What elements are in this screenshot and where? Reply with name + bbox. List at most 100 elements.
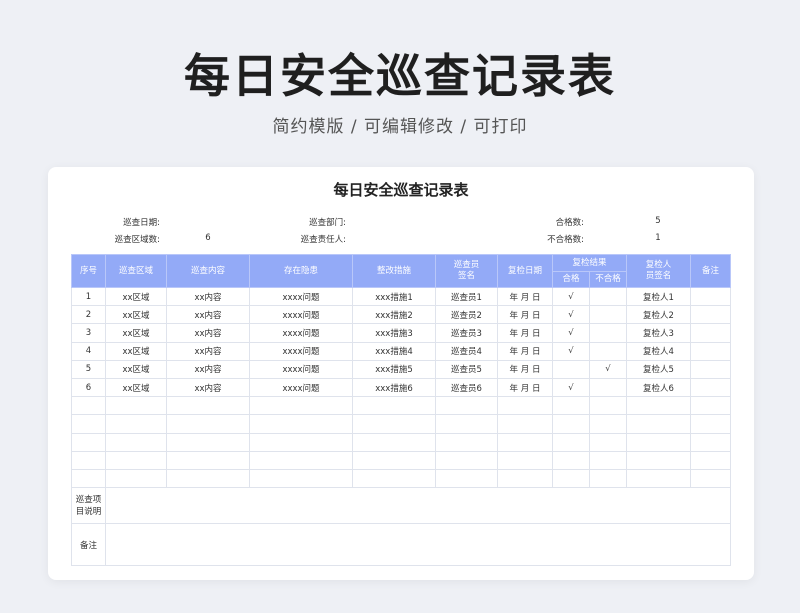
empty-cell[interactable] [249,450,353,470]
empty-cell[interactable] [552,432,590,452]
empty-cell[interactable] [71,432,106,452]
cell-remark[interactable] [690,341,732,361]
empty-cell[interactable] [497,432,553,452]
cell-inspector[interactable]: 巡查员1 [435,286,498,307]
cell-rechecker[interactable]: 复检人4 [626,341,692,361]
cell-inspector[interactable]: 巡查员5 [435,359,498,379]
cell-date[interactable]: 年 月 日 [497,323,553,343]
cell-no[interactable]: 3 [71,323,106,343]
cell-date[interactable]: 年 月 日 [497,359,553,379]
cell-rechecker[interactable]: 复检人6 [626,377,692,398]
empty-cell[interactable] [626,396,692,416]
cell-no[interactable]: 6 [71,377,106,398]
empty-cell[interactable] [352,450,436,470]
cell-pass[interactable]: √ [552,305,590,325]
empty-cell[interactable] [105,414,167,434]
empty-cell[interactable] [588,396,628,416]
cell-rechecker[interactable]: 复检人3 [626,323,692,343]
empty-cell[interactable] [435,414,498,434]
cell-pass[interactable]: √ [552,323,590,343]
cell-area[interactable]: xx区域 [105,377,167,398]
empty-cell[interactable] [497,468,553,489]
cell-fail[interactable] [588,286,628,307]
cell-pass[interactable]: √ [552,286,590,307]
cell-issue[interactable]: xxxx问题 [249,359,353,379]
empty-cell[interactable] [71,450,106,470]
empty-cell[interactable] [588,468,628,489]
empty-cell[interactable] [249,414,353,434]
cell-issue[interactable]: xxxx问题 [249,305,353,325]
empty-cell[interactable] [435,396,498,416]
cell-measure[interactable]: xxx措施3 [352,323,436,343]
empty-cell[interactable] [552,414,590,434]
cell-date[interactable]: 年 月 日 [497,286,553,307]
cell-area[interactable]: xx区域 [105,341,167,361]
cell-content[interactable]: xx内容 [166,323,250,343]
empty-cell[interactable] [497,414,553,434]
remark-field[interactable] [104,523,732,567]
empty-cell[interactable] [352,396,436,416]
cell-no[interactable]: 1 [71,286,106,307]
cell-fail[interactable] [588,377,628,398]
cell-measure[interactable]: xxx措施4 [352,341,436,361]
empty-cell[interactable] [626,450,692,470]
empty-cell[interactable] [552,396,590,416]
cell-remark[interactable] [690,377,732,398]
empty-cell[interactable] [71,396,106,416]
empty-cell[interactable] [626,468,692,489]
empty-cell[interactable] [690,414,732,434]
cell-remark[interactable] [690,305,732,325]
cell-pass[interactable]: √ [552,341,590,361]
empty-cell[interactable] [105,432,167,452]
empty-cell[interactable] [552,468,590,489]
empty-cell[interactable] [166,414,250,434]
cell-area[interactable]: xx区域 [105,305,167,325]
pass-value[interactable]: 5 [638,216,678,226]
cell-date[interactable]: 年 月 日 [497,377,553,398]
fail-value[interactable]: 1 [638,233,678,243]
empty-cell[interactable] [497,450,553,470]
empty-cell[interactable] [352,468,436,489]
cell-inspector[interactable]: 巡查员4 [435,341,498,361]
cell-issue[interactable]: xxxx问题 [249,341,353,361]
cell-area[interactable]: xx区域 [105,359,167,379]
cell-measure[interactable]: xxx措施2 [352,305,436,325]
cell-remark[interactable] [690,323,732,343]
cell-content[interactable]: xx内容 [166,341,250,361]
empty-cell[interactable] [626,414,692,434]
cell-pass[interactable]: √ [552,377,590,398]
cell-measure[interactable]: xxx措施1 [352,286,436,307]
cell-issue[interactable]: xxxx问题 [249,286,353,307]
cell-content[interactable]: xx内容 [166,286,250,307]
empty-cell[interactable] [166,396,250,416]
cell-issue[interactable]: xxxx问题 [249,377,353,398]
cell-rechecker[interactable]: 复检人2 [626,305,692,325]
cell-inspector[interactable]: 巡查员3 [435,323,498,343]
empty-cell[interactable] [690,450,732,470]
cell-measure[interactable]: xxx措施5 [352,359,436,379]
empty-cell[interactable] [166,432,250,452]
empty-cell[interactable] [71,414,106,434]
empty-cell[interactable] [105,468,167,489]
empty-cell[interactable] [105,450,167,470]
cell-date[interactable]: 年 月 日 [497,305,553,325]
cell-no[interactable]: 5 [71,359,106,379]
empty-cell[interactable] [690,468,732,489]
empty-cell[interactable] [105,396,167,416]
empty-cell[interactable] [626,432,692,452]
cell-inspector[interactable]: 巡查员6 [435,377,498,398]
cell-rechecker[interactable]: 复检人5 [626,359,692,379]
cell-fail[interactable] [588,305,628,325]
empty-cell[interactable] [588,414,628,434]
empty-cell[interactable] [435,432,498,452]
empty-cell[interactable] [166,468,250,489]
empty-cell[interactable] [435,468,498,489]
cell-content[interactable]: xx内容 [166,377,250,398]
empty-cell[interactable] [71,468,106,489]
cell-area[interactable]: xx区域 [105,286,167,307]
cell-no[interactable]: 4 [71,341,106,361]
empty-cell[interactable] [249,432,353,452]
cell-content[interactable]: xx内容 [166,359,250,379]
cell-inspector[interactable]: 巡查员2 [435,305,498,325]
cell-rechecker[interactable]: 复检人1 [626,286,692,307]
